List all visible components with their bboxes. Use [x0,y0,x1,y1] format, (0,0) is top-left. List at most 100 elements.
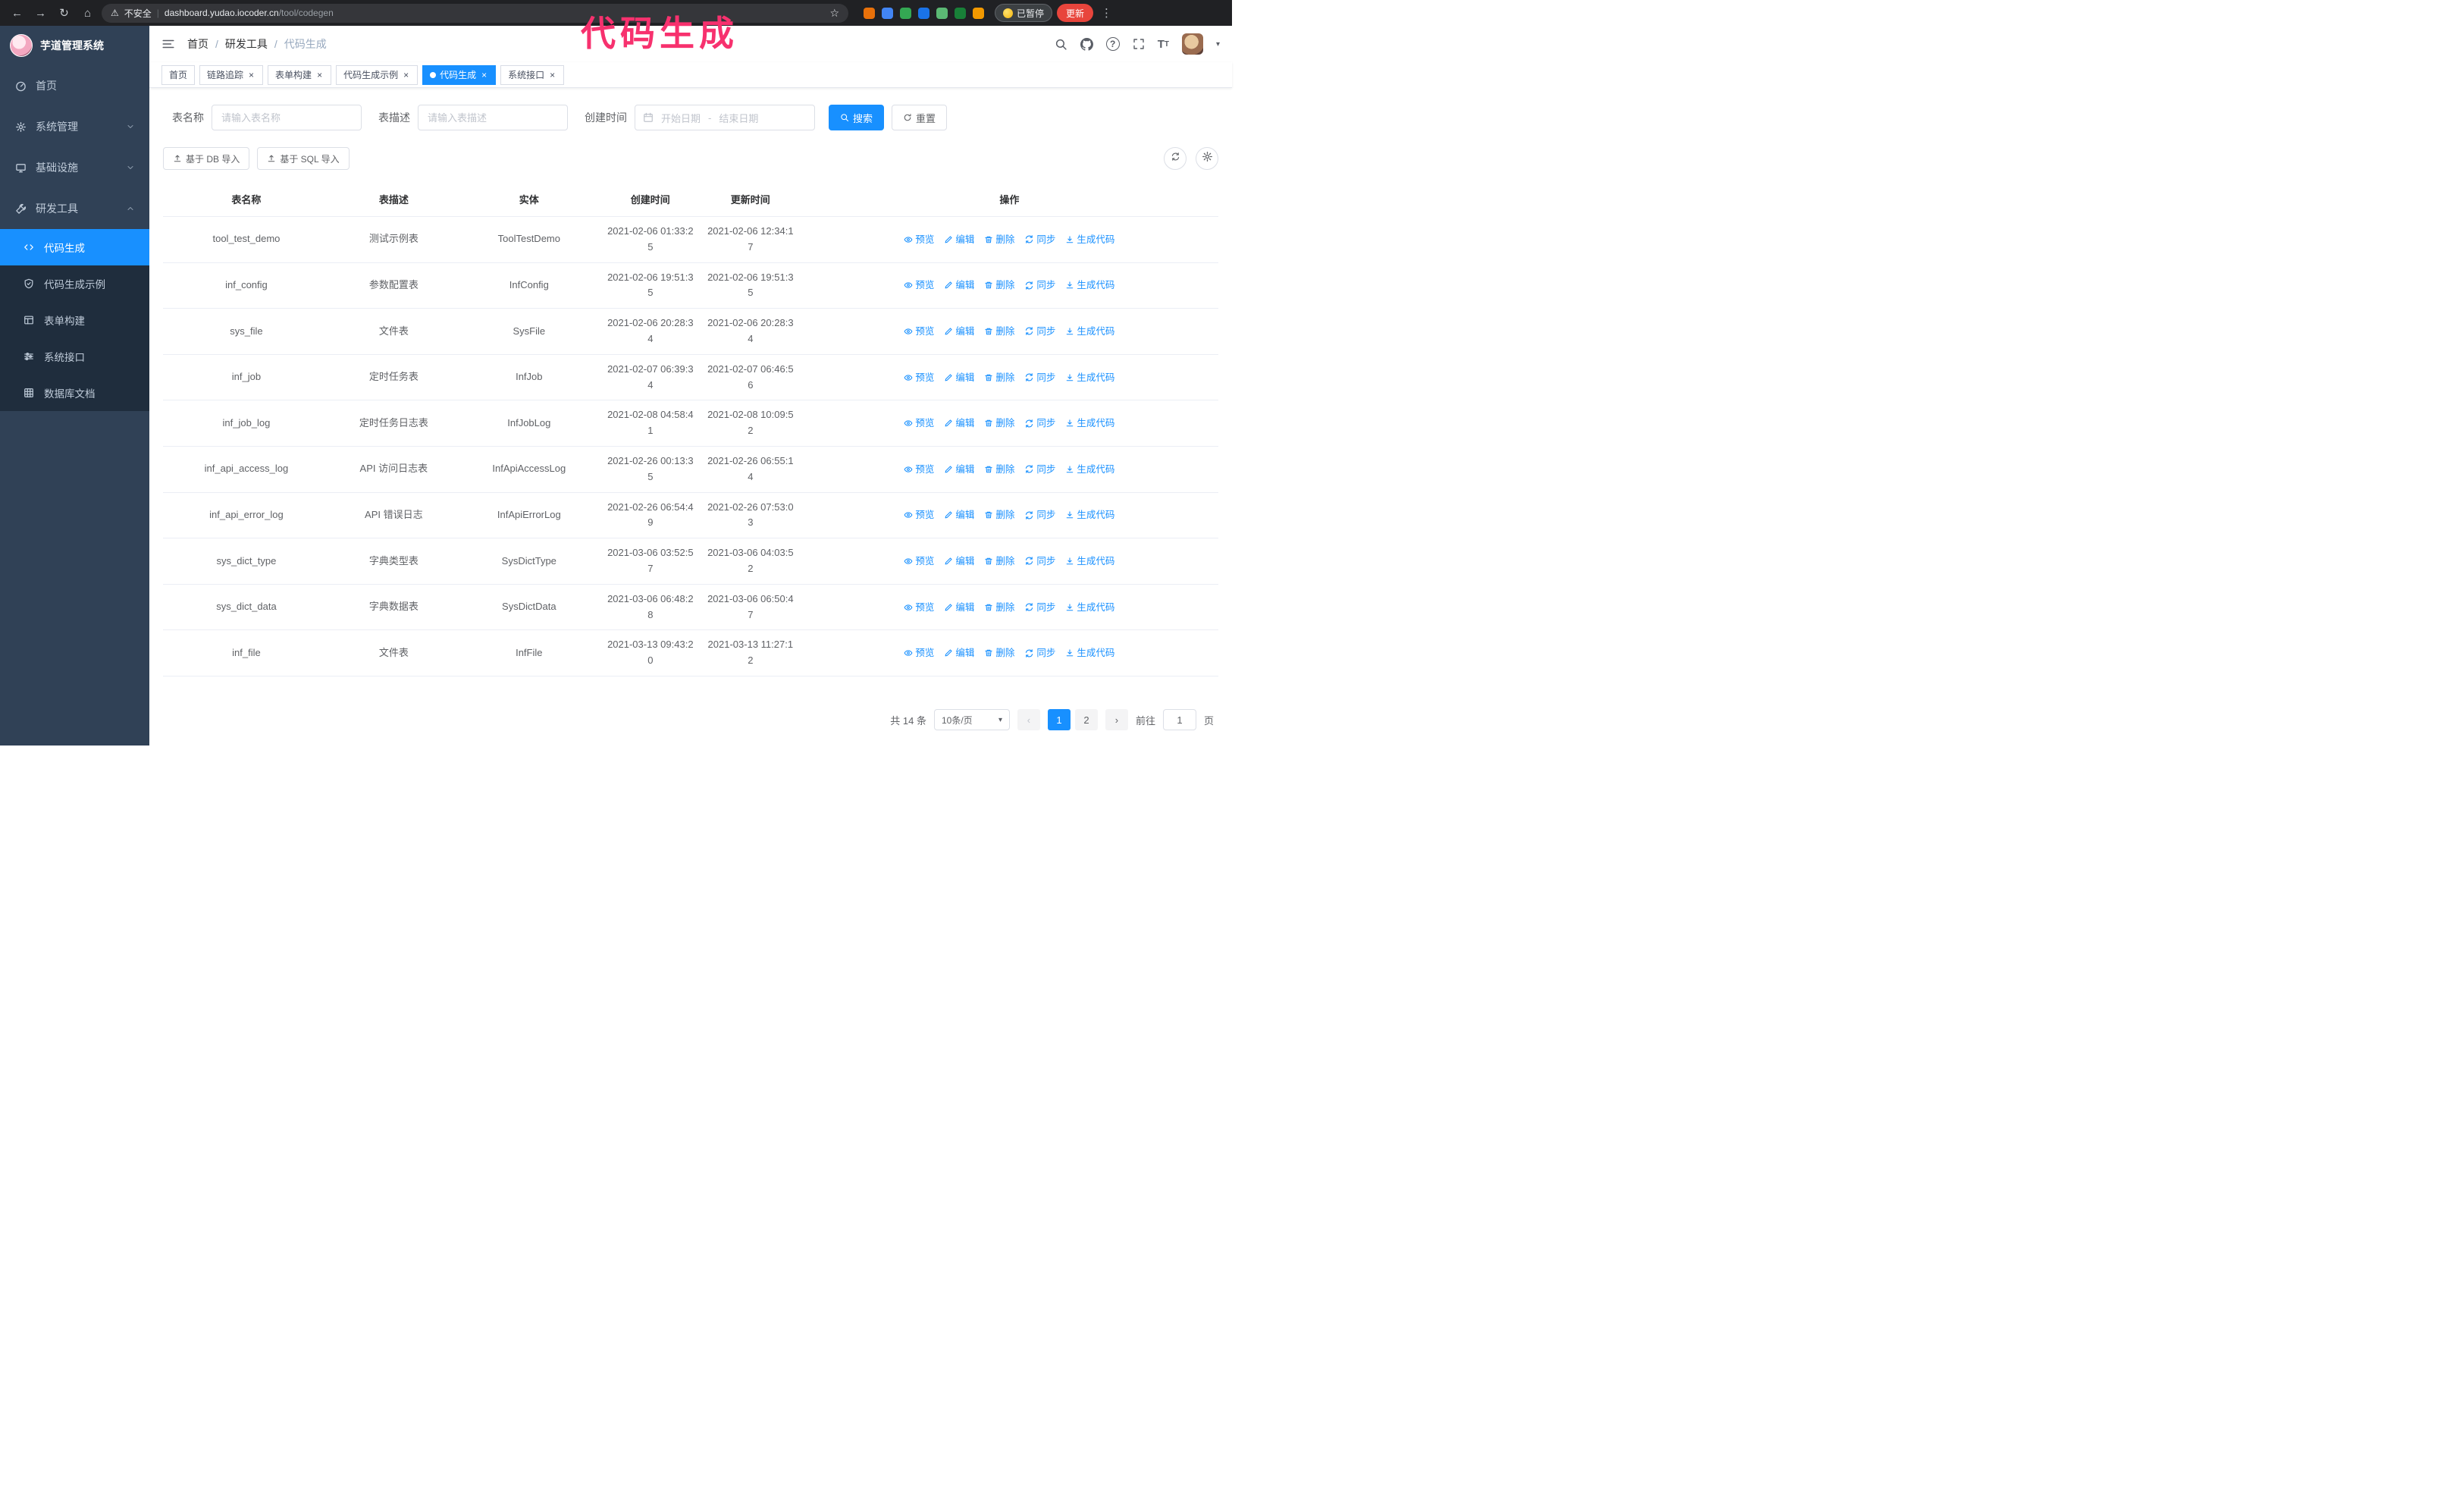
sidebar-subitem[interactable]: 代码生成示例 [0,265,149,302]
breadcrumb-item[interactable]: 首页 [187,36,208,52]
action-edit-link[interactable]: 编辑 [944,462,974,477]
extension-icon[interactable] [955,7,966,19]
hamburger-icon[interactable] [161,37,175,51]
action-edit-link[interactable]: 编辑 [944,416,974,431]
action-generate-link[interactable]: 生成代码 [1065,462,1114,477]
import-sql-button[interactable]: 基于 SQL 导入 [257,147,350,170]
action-preview-link[interactable]: 预览 [904,324,934,339]
sidebar-item[interactable]: 系统管理 [0,106,149,147]
sidebar-subitem[interactable]: 系统接口 [0,338,149,375]
action-preview-link[interactable]: 预览 [904,507,934,523]
font-size-icon[interactable]: TT [1158,38,1169,51]
browser-home-button[interactable]: ⌂ [78,4,97,23]
action-sync-link[interactable]: 同步 [1024,600,1055,615]
action-delete-link[interactable]: 删除 [984,416,1014,431]
import-db-button[interactable]: 基于 DB 导入 [163,147,250,170]
sidebar-subitem[interactable]: 代码生成 [0,229,149,265]
action-preview-link[interactable]: 预览 [904,554,934,569]
page-button-2[interactable]: 2 [1074,709,1098,730]
table-name-input[interactable] [212,105,362,130]
action-sync-link[interactable]: 同步 [1024,554,1055,569]
action-delete-link[interactable]: 删除 [984,278,1014,293]
action-preview-link[interactable]: 预览 [904,232,934,247]
action-delete-link[interactable]: 删除 [984,507,1014,523]
action-delete-link[interactable]: 删除 [984,324,1014,339]
action-delete-link[interactable]: 删除 [984,462,1014,477]
action-edit-link[interactable]: 编辑 [944,507,974,523]
action-edit-link[interactable]: 编辑 [944,370,974,385]
action-sync-link[interactable]: 同步 [1024,645,1055,661]
view-tag[interactable]: 代码生成示例 × [336,64,419,85]
action-generate-link[interactable]: 生成代码 [1065,554,1114,569]
action-generate-link[interactable]: 生成代码 [1065,645,1114,661]
action-generate-link[interactable]: 生成代码 [1065,278,1114,293]
action-delete-link[interactable]: 删除 [984,554,1014,569]
extension-icon[interactable] [936,7,948,19]
search-icon[interactable] [1055,38,1067,51]
extension-icon[interactable] [918,7,929,19]
action-delete-link[interactable]: 删除 [984,645,1014,661]
action-sync-link[interactable]: 同步 [1024,416,1055,431]
action-sync-link[interactable]: 同步 [1024,324,1055,339]
reset-button[interactable]: 重置 [892,105,948,130]
action-edit-link[interactable]: 编辑 [944,645,974,661]
user-avatar[interactable] [1181,33,1203,55]
action-generate-link[interactable]: 生成代码 [1065,232,1114,247]
action-preview-link[interactable]: 预览 [904,600,934,615]
view-tag[interactable]: 代码生成 × [422,64,497,85]
help-icon[interactable]: ? [1105,37,1120,51]
date-range-picker[interactable]: 开始日期 - 结束日期 [635,105,815,130]
breadcrumb-item[interactable]: 研发工具 [225,36,268,52]
page-button-1[interactable]: 1 [1047,709,1071,730]
action-edit-link[interactable]: 编辑 [944,232,974,247]
action-generate-link[interactable]: 生成代码 [1065,507,1114,523]
sidebar-subitem[interactable]: 数据库文档 [0,375,149,411]
back-button[interactable]: ← [8,4,27,23]
action-generate-link[interactable]: 生成代码 [1065,416,1114,431]
caret-down-icon[interactable]: ▾ [1216,40,1220,49]
action-preview-link[interactable]: 预览 [904,278,934,293]
next-page-button[interactable]: › [1105,709,1128,730]
close-icon[interactable]: × [548,70,556,80]
view-tag[interactable]: 链路追踪 × [199,64,264,85]
action-delete-link[interactable]: 删除 [984,232,1014,247]
action-sync-link[interactable]: 同步 [1024,370,1055,385]
goto-page-input[interactable] [1162,709,1196,730]
page-size-select[interactable]: 10条/页 ▾ [933,709,1010,730]
action-sync-link[interactable]: 同步 [1024,232,1055,247]
action-delete-link[interactable]: 删除 [984,600,1014,615]
action-edit-link[interactable]: 编辑 [944,600,974,615]
update-button[interactable]: 更新 [1057,4,1094,22]
refresh-table-button[interactable] [1164,147,1187,170]
action-generate-link[interactable]: 生成代码 [1065,324,1114,339]
sidebar-item[interactable]: 基础设施 [0,147,149,188]
extension-icon[interactable] [900,7,911,19]
sidebar-subitem[interactable]: 表单构建 [0,302,149,338]
action-preview-link[interactable]: 预览 [904,416,934,431]
extension-icon[interactable] [882,7,893,19]
view-tag[interactable]: 系统接口 × [500,64,565,85]
action-preview-link[interactable]: 预览 [904,370,934,385]
view-tag[interactable]: 表单构建 × [268,64,332,85]
sidebar-item[interactable]: 研发工具 [0,188,149,229]
reload-button[interactable]: ↻ [55,4,74,23]
search-button[interactable]: 搜索 [829,105,885,130]
close-icon[interactable]: × [480,70,488,80]
close-icon[interactable]: × [402,70,410,80]
forward-button[interactable]: → [31,4,50,23]
action-edit-link[interactable]: 编辑 [944,554,974,569]
github-icon[interactable] [1080,37,1093,51]
action-edit-link[interactable]: 编辑 [944,278,974,293]
action-generate-link[interactable]: 生成代码 [1065,370,1114,385]
extension-icon[interactable] [864,7,875,19]
action-sync-link[interactable]: 同步 [1024,462,1055,477]
action-preview-link[interactable]: 预览 [904,645,934,661]
sidebar-item[interactable]: 首页 [0,65,149,106]
fullscreen-icon[interactable] [1133,38,1145,50]
action-generate-link[interactable]: 生成代码 [1065,600,1114,615]
action-preview-link[interactable]: 预览 [904,462,934,477]
close-icon[interactable]: × [247,70,255,80]
bookmark-star-icon[interactable]: ☆ [829,7,839,20]
table-desc-input[interactable] [418,105,568,130]
prev-page-button[interactable]: ‹ [1017,709,1040,730]
